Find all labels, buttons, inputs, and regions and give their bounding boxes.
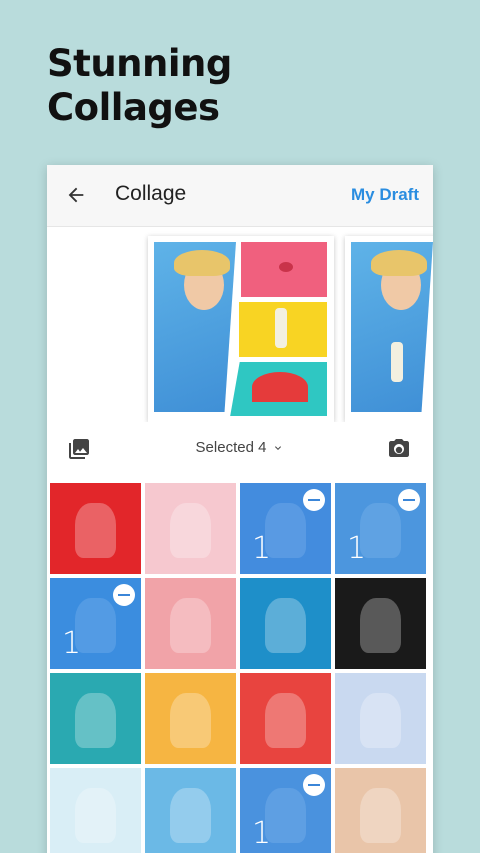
photo-subject [170,503,211,558]
collage-preview-strip[interactable] [47,227,433,422]
my-draft-button[interactable]: My Draft [351,185,419,205]
photo-subject [360,598,401,653]
photo-thumbnail[interactable] [145,673,236,764]
collage-preview-card[interactable] [345,236,433,422]
deselect-icon[interactable] [113,584,135,606]
photo-thumbnail[interactable] [145,578,236,669]
headline-line-2: Collages [47,86,220,129]
camera-icon[interactable] [387,437,411,461]
phone-screen: Collage My Draft Selected 4 1 1 1 1 [47,165,433,853]
deselect-icon[interactable] [398,489,420,511]
photo-thumbnail[interactable] [240,578,331,669]
photo-thumbnail[interactable]: 1 [240,483,331,574]
photo-subject [170,598,211,653]
photo-subject [265,503,306,558]
photo-subject [75,598,116,653]
selected-count-label: Selected 4 [195,439,267,456]
photo-grid: 1 1 1 1 [50,483,426,853]
photo-subject [360,693,401,748]
photo-subject [170,788,211,843]
photo-subject [360,503,401,558]
photo-thumbnail[interactable] [335,768,426,853]
photo-subject [75,788,116,843]
deselect-icon[interactable] [303,774,325,796]
photo-thumbnail[interactable] [145,768,236,853]
selection-count: 1 [347,531,367,566]
app-bar-title: Collage [115,182,187,205]
headline-line-1: Stunning [47,42,232,85]
photo-subject [265,693,306,748]
photo-thumbnail[interactable] [335,578,426,669]
photo-subject [360,788,401,843]
selection-count: 1 [252,816,272,851]
photo-thumbnail[interactable] [240,673,331,764]
photo-thumbnail[interactable] [50,483,141,574]
photo-subject [75,503,116,558]
photo-toolbar: Selected 4 [47,422,433,477]
collage-preview-card[interactable] [148,236,334,422]
photo-thumbnail[interactable] [145,483,236,574]
chevron-down-icon [275,446,282,451]
selection-count: 1 [62,626,82,661]
photo-thumbnail[interactable] [335,673,426,764]
deselect-icon[interactable] [303,489,325,511]
photo-subject [75,693,116,748]
photo-thumbnail[interactable]: 1 [50,578,141,669]
photo-thumbnail[interactable]: 1 [240,768,331,853]
photo-thumbnail[interactable] [50,768,141,853]
app-bar: Collage My Draft [47,165,433,227]
photo-thumbnail[interactable]: 1 [335,483,426,574]
back-arrow-icon[interactable] [65,184,87,206]
page-headline: Stunning Collages [47,42,232,130]
photo-subject [265,598,306,653]
selection-count: 1 [252,531,272,566]
photo-subject [170,693,211,748]
photo-thumbnail[interactable] [50,673,141,764]
selected-count-dropdown[interactable]: Selected 4 [47,439,433,456]
photo-subject [265,788,306,843]
